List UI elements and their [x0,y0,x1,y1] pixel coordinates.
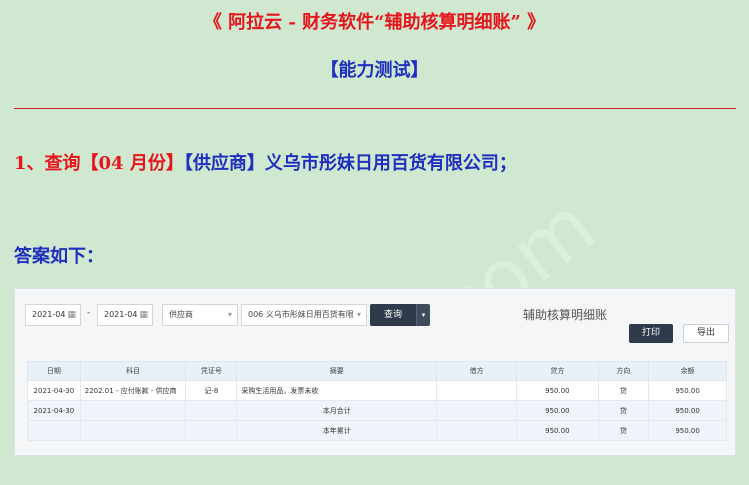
cell-date: 2021-04-30 [27,400,81,421]
cell-summary: 采购生活用品，发票未收 [236,380,438,401]
calendar-icon: ▦ [67,310,76,320]
table-header-row: 日期 科目 凭证号 摘要 借方 贷方 方向 余额 [27,361,727,381]
date-from-value: 2021-04 [32,310,66,319]
cell-summary: 本月合计 [236,400,438,421]
cell-subject [79,400,187,421]
cell-summary: 本年累计 [236,420,438,441]
category-select[interactable]: 供应商 ▾ [162,304,238,326]
column-header: 日期 [27,361,81,381]
chevron-down-icon: ▾ [356,310,361,319]
cell-subject: 2202.01 - 应付账款 - 供应商 [79,380,187,401]
cell-credit: 950.00 [516,400,599,421]
panel-title: 辅助核算明细账 [523,308,608,322]
entity-select-value: 006 义乌市彤妹日用百货有限 [248,310,354,319]
ledger-table: 日期 科目 凭证号 摘要 借方 贷方 方向 余额 2021-04-30 2202… [27,361,727,441]
cell-credit: 950.00 [516,420,599,441]
cell-voucher[interactable]: 记-8 [185,380,238,401]
cell-balance: 950.00 [648,380,727,401]
column-header: 余额 [648,361,727,381]
date-to-picker[interactable]: 2021-04 ▦ [97,304,153,326]
cell-debit [436,400,518,421]
question-red-part: 1、查询【04 月份】 [14,153,184,174]
entity-select[interactable]: 006 义乌市彤妹日用百货有限 ▾ [241,304,367,326]
cell-voucher [185,400,238,421]
cell-voucher [185,420,238,441]
table-row: 本年累计 950.00 贷 950.00 [27,420,727,441]
export-button[interactable]: 导出 [683,324,729,343]
table-row: 2021-04-30 本月合计 950.00 贷 950.00 [27,400,727,421]
cell-balance: 950.00 [648,420,727,441]
cell-credit: 950.00 [516,380,599,401]
calendar-icon: ▦ [139,310,148,320]
query-button[interactable]: 查询 [370,304,416,326]
column-header: 借方 [436,361,518,381]
cell-subject [79,420,187,441]
print-button[interactable]: 打印 [629,324,673,343]
column-header: 科目 [79,361,187,381]
cell-balance: 950.00 [648,400,727,421]
chevron-down-icon: ▾ [227,310,232,319]
column-header: 凭证号 [185,361,238,381]
cell-date [27,420,81,441]
table-row: 2021-04-30 2202.01 - 应付账款 - 供应商 记-8 采购生活… [27,380,727,401]
answer-label: 答案如下： [14,246,104,267]
date-separator: - [87,308,91,318]
cell-direction: 贷 [597,420,650,441]
question-text: 1、查询【04 月份】【供应商】义乌市彤妹日用百货有限公司； [14,149,517,175]
cell-direction: 贷 [597,400,650,421]
date-from-picker[interactable]: 2021-04 ▦ [25,304,81,326]
cell-direction: 贷 [597,380,650,401]
ledger-panel: 2021-04 ▦ - 2021-04 ▦ 供应商 ▾ 006 义乌市彤妹日用百… [14,288,736,456]
query-dropdown-button[interactable]: ▾ [416,304,430,326]
cell-debit [436,420,518,441]
page-title: 《 阿拉云 - 财务软件“辅助核算明细账” 》 [203,12,546,33]
column-header: 摘要 [236,361,438,381]
page-subtitle: 【能力测试】 [320,60,429,81]
cell-date: 2021-04-30 [27,380,81,401]
cell-debit [436,380,518,401]
category-select-value: 供应商 [169,310,193,319]
divider [14,108,736,109]
column-header: 贷方 [516,361,599,381]
column-header: 方向 [597,361,650,381]
question-blue-part: 【供应商】义乌市彤妹日用百货有限公司； [183,153,517,174]
date-to-value: 2021-04 [104,310,138,319]
